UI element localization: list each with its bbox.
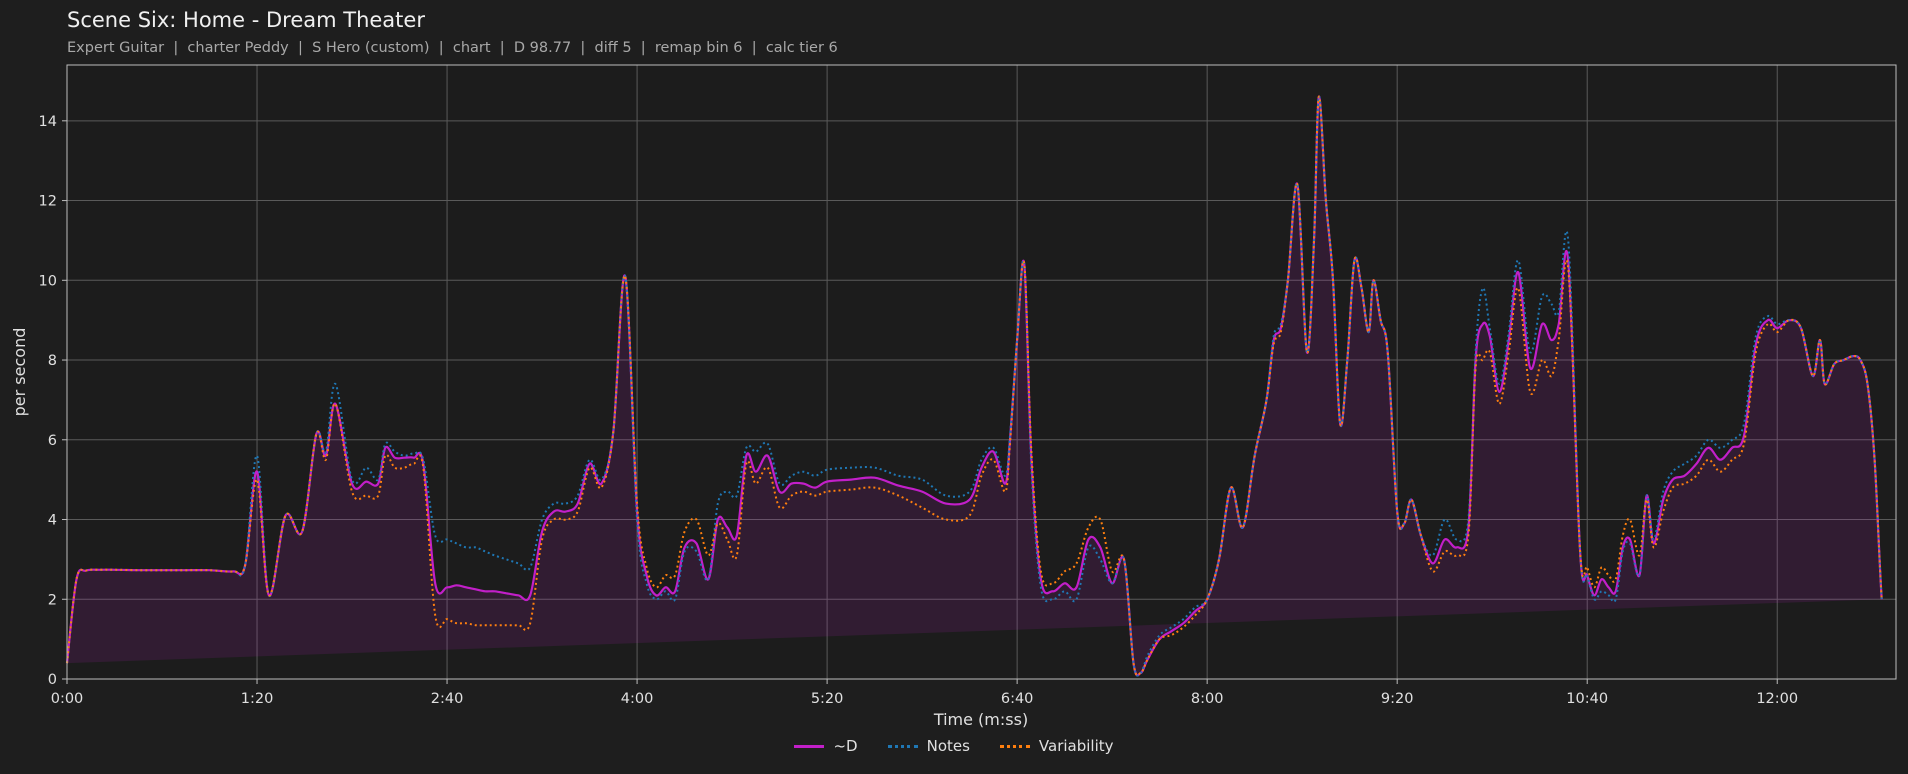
x-tick-label: 12:00 bbox=[1756, 691, 1798, 707]
y-tick-label: 10 bbox=[39, 273, 57, 289]
x-tick-label: 0:00 bbox=[51, 691, 84, 707]
x-tick-label: 10:40 bbox=[1566, 691, 1608, 707]
y-tick-label: 2 bbox=[48, 592, 57, 608]
x-tick-label: 6:40 bbox=[1001, 691, 1034, 707]
y-tick-label: 6 bbox=[48, 433, 57, 449]
x-tick-label: 4:00 bbox=[621, 691, 654, 707]
y-tick-label: 0 bbox=[48, 672, 57, 688]
legend-swatch-d bbox=[794, 744, 825, 748]
legend-label-d: ~D bbox=[833, 737, 858, 755]
y-axis: 0 2 4 6 8 10 12 14 bbox=[39, 114, 67, 688]
legend-item-variability: Variability bbox=[999, 737, 1114, 755]
y-tick-label: 14 bbox=[39, 114, 57, 130]
x-axis: 0:00 1:20 2:40 4:00 5:20 6:40 8:00 9:20 10:40 12:… bbox=[51, 679, 1798, 707]
legend-item-d: ~D bbox=[794, 737, 858, 755]
y-tick-label: 4 bbox=[48, 513, 57, 529]
y-tick-label: 12 bbox=[39, 194, 57, 210]
legend-label-variability: Variability bbox=[1038, 737, 1114, 755]
legend-swatch-notes bbox=[887, 744, 918, 748]
legend-item-notes: Notes bbox=[887, 737, 970, 755]
x-tick-label: 2:40 bbox=[431, 691, 464, 707]
x-tick-label: 8:00 bbox=[1191, 691, 1224, 707]
x-tick-label: 9:20 bbox=[1381, 691, 1414, 707]
y-axis-label: per second bbox=[10, 328, 29, 417]
x-tick-label: 5:20 bbox=[811, 691, 844, 707]
legend-swatch-variability bbox=[999, 744, 1030, 748]
y-tick-label: 8 bbox=[48, 353, 57, 369]
x-axis-label: Time (m:ss) bbox=[933, 710, 1028, 729]
legend-label-notes: Notes bbox=[926, 737, 970, 755]
chart-legend: ~D Notes Variability bbox=[0, 737, 1908, 755]
x-tick-label: 1:20 bbox=[241, 691, 274, 707]
line-chart: 0:00 1:20 2:40 4:00 5:20 6:40 8:00 9:20 10:40 12:… bbox=[10, 64, 1897, 729]
